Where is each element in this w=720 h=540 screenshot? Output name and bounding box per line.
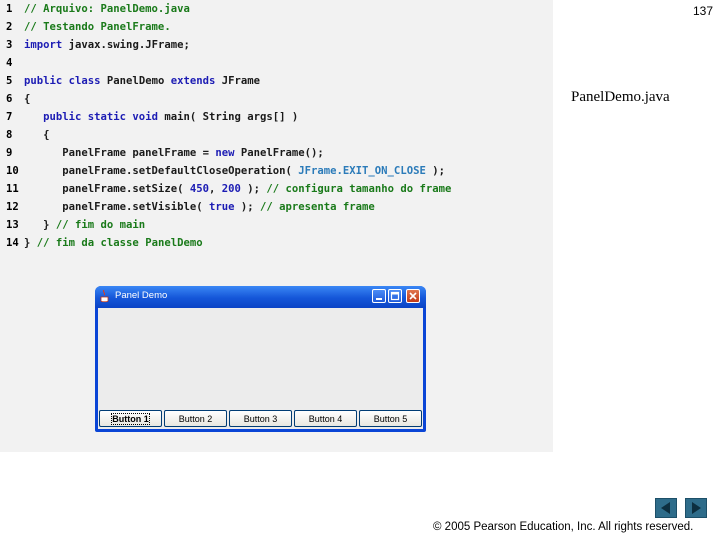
code-line: 8 {	[0, 126, 50, 144]
code-line: 12 panelFrame.setVisible( true ); // apr…	[0, 198, 375, 216]
window-content-pane: Button 1 Button 2 Button 3 Button 4 Button 5	[98, 308, 423, 429]
button-label: Button 5	[373, 413, 408, 424]
line-number: 3	[6, 39, 13, 51]
code-token: extends	[170, 75, 216, 87]
panel-button-5[interactable]: Button 5	[359, 410, 422, 427]
code-line: 3 import javax.swing.JFrame;	[0, 36, 190, 54]
code-line: 7 public static void main( String args[]…	[0, 108, 298, 126]
code-token: }	[24, 237, 37, 249]
code-token: JFrame	[215, 75, 261, 87]
line-number: 5	[6, 75, 13, 87]
line-number: 13	[6, 219, 19, 231]
panel-button-1[interactable]: Button 1	[99, 410, 162, 427]
panel-button-3[interactable]: Button 3	[229, 410, 292, 427]
code-line: 4	[0, 54, 24, 72]
next-slide-button[interactable]	[685, 498, 707, 518]
code-token: true	[208, 201, 235, 213]
code-token: panelFrame.setVisible(	[24, 201, 209, 213]
copyright-notice: © 2005 Pearson Education, Inc. All right…	[433, 521, 694, 533]
line-number: 2	[6, 21, 13, 33]
button-label: Button 3	[243, 413, 278, 424]
code-token: );	[425, 165, 445, 177]
code-token: public static void	[43, 111, 158, 123]
window-title: Panel Demo	[115, 290, 168, 301]
line-number: 1	[6, 3, 13, 15]
close-icon	[409, 292, 417, 300]
code-token: // Testando PanelFrame.	[24, 21, 171, 33]
window-titlebar[interactable]: Panel Demo	[95, 286, 426, 308]
minimize-button[interactable]	[372, 289, 386, 303]
code-line: 11 panelFrame.setSize( 450, 200 ); // co…	[0, 180, 451, 198]
file-label: PanelDemo.java	[571, 89, 670, 105]
code-line: 5 public class PanelDemo extends JFrame	[0, 72, 260, 90]
code-token: {	[24, 129, 50, 141]
code-token: JFrame.EXIT_ON_CLOSE	[298, 165, 426, 177]
line-number: 12	[6, 201, 19, 213]
code-token: main( String args[] )	[157, 111, 299, 123]
code-line: 14} // fim da classe PanelDemo	[0, 234, 203, 252]
button-label: Button 1	[111, 412, 150, 425]
panel-button-4[interactable]: Button 4	[294, 410, 357, 427]
previous-slide-button[interactable]	[655, 498, 677, 518]
button-label: Button 2	[178, 413, 213, 424]
code-token: // Arquivo: PanelDemo.java	[24, 3, 190, 15]
code-token: );	[234, 201, 260, 213]
code-line: 10 panelFrame.setDefaultCloseOperation( …	[0, 162, 445, 180]
code-token: 450	[189, 183, 209, 195]
code-token: public class	[24, 75, 101, 87]
line-number: 4	[6, 57, 13, 69]
code-token: panelFrame.setSize(	[24, 183, 190, 195]
line-number: 9	[6, 147, 13, 159]
close-button[interactable]	[406, 289, 420, 303]
minimize-icon	[376, 298, 382, 300]
code-token: javax.swing.JFrame;	[62, 39, 190, 51]
code-token: PanelFrame panelFrame =	[24, 147, 216, 159]
panel-demo-window: Panel Demo Button 1 Button 2 Button 3 Butto…	[95, 286, 426, 432]
arrow-left-icon	[661, 502, 670, 514]
button-panel: Button 1 Button 2 Button 3 Button 4 Button 5	[98, 409, 423, 429]
code-line: 2 // Testando PanelFrame.	[0, 18, 171, 36]
code-token: import	[24, 39, 63, 51]
code-token: PanelFrame();	[234, 147, 324, 159]
code-token: 200	[221, 183, 241, 195]
code-token: {	[24, 93, 31, 105]
code-token: // fim do main	[55, 219, 146, 231]
line-number: 7	[6, 111, 13, 123]
line-number: 8	[6, 129, 13, 141]
panel-button-2[interactable]: Button 2	[164, 410, 227, 427]
code-token: // configura tamanho do frame	[266, 183, 452, 195]
code-line: 6{	[0, 90, 30, 108]
button-label: Button 4	[308, 413, 343, 424]
line-number: 10	[6, 165, 19, 177]
line-number: 11	[6, 183, 19, 195]
code-token: ,	[208, 183, 222, 195]
code-token: PanelDemo	[100, 75, 171, 87]
code-token: }	[24, 219, 56, 231]
maximize-button[interactable]	[388, 289, 402, 303]
code-token: new	[215, 147, 235, 159]
code-token: panelFrame.setDefaultCloseOperation(	[24, 165, 299, 177]
code-line: 13 } // fim do main	[0, 216, 145, 234]
code-token: // fim da classe PanelDemo	[36, 237, 203, 249]
java-cup-icon	[100, 290, 109, 303]
code-token: );	[240, 183, 267, 195]
code-token: // apresenta frame	[260, 201, 375, 213]
page-number: 137	[692, 4, 713, 18]
code-line: 1 // Arquivo: PanelDemo.java	[0, 0, 190, 18]
line-number: 6	[6, 93, 13, 105]
maximize-icon	[390, 291, 400, 301]
code-line: 9 PanelFrame panelFrame = new PanelFrame…	[0, 144, 324, 162]
line-number: 14	[6, 237, 19, 249]
arrow-right-icon	[692, 502, 701, 514]
